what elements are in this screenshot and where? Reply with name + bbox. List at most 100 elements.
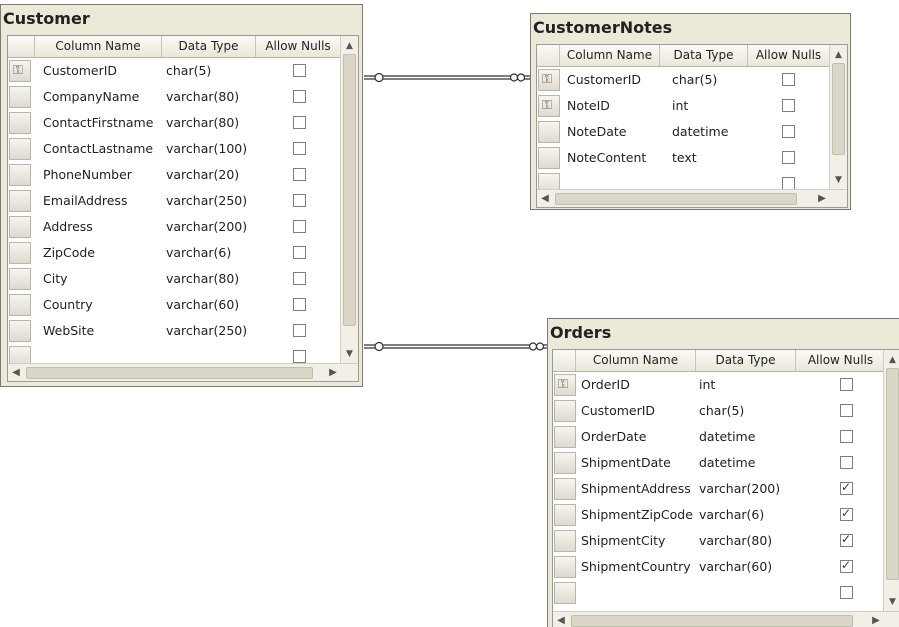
h-scroll-thumb[interactable] (555, 193, 797, 205)
scroll-thumb[interactable] (832, 63, 845, 155)
allow-nulls-checkbox[interactable] (293, 142, 306, 155)
header-column-name[interactable]: Column Name (35, 36, 162, 57)
column-name-cell[interactable]: ShipmentCountry (581, 554, 691, 580)
row-selector[interactable] (554, 504, 576, 526)
row-selector[interactable] (9, 320, 31, 342)
scroll-down-icon[interactable]: ▼ (341, 346, 358, 362)
data-type-cell[interactable]: int (672, 93, 688, 119)
table-row[interactable]: City varchar(80) (8, 266, 358, 292)
h-scroll-thumb[interactable] (26, 367, 313, 379)
vertical-scrollbar[interactable]: ▲ ▼ (340, 36, 358, 364)
data-type-cell[interactable]: char(5) (699, 398, 744, 424)
table-row[interactable]: WebSite varchar(250) (8, 318, 358, 344)
vertical-scrollbar[interactable]: ▲ ▼ (829, 45, 847, 190)
row-selector[interactable] (9, 86, 31, 108)
table-row[interactable]: ZipCode varchar(6) (8, 240, 358, 266)
table-row[interactable]: CompanyName varchar(80) (8, 84, 358, 110)
column-name-cell[interactable]: ZipCode (43, 240, 95, 266)
header-allow-nulls[interactable]: Allow Nulls (256, 36, 341, 57)
row-selector[interactable] (554, 582, 576, 604)
relationship-customer-orders[interactable] (364, 341, 547, 352)
header-allow-nulls[interactable]: Allow Nulls (748, 45, 830, 66)
h-scroll-thumb[interactable] (571, 615, 853, 627)
column-name-cell[interactable]: ShipmentDate (581, 450, 671, 476)
data-type-cell[interactable]: varchar(60) (699, 554, 772, 580)
data-type-cell[interactable]: datetime (672, 119, 728, 145)
allow-nulls-checkbox[interactable] (840, 586, 853, 599)
relationship-customer-customernotes[interactable] (364, 72, 530, 83)
column-name-cell[interactable]: Address (43, 214, 93, 240)
data-type-cell[interactable]: varchar(60) (166, 292, 239, 318)
horizontal-scrollbar[interactable]: ◀ ▶ (553, 611, 899, 627)
table-row[interactable]: ⚿ CustomerID char(5) (537, 67, 847, 93)
scroll-up-icon[interactable]: ▲ (341, 38, 358, 54)
data-type-cell[interactable]: varchar(100) (166, 136, 247, 162)
scroll-left-icon[interactable]: ◀ (537, 190, 553, 207)
header-column-name[interactable]: Column Name (560, 45, 660, 66)
table-row[interactable]: OrderDate datetime (553, 424, 899, 450)
row-selector[interactable] (9, 216, 31, 238)
column-name-cell[interactable]: NoteDate (567, 119, 626, 145)
row-selector[interactable]: ⚿ (554, 374, 576, 396)
allow-nulls-checkbox[interactable] (293, 324, 306, 337)
data-type-cell[interactable]: varchar(6) (166, 240, 231, 266)
data-type-cell[interactable]: varchar(200) (166, 214, 247, 240)
allow-nulls-checkbox[interactable] (293, 246, 306, 259)
allow-nulls-checkbox[interactable] (782, 151, 795, 164)
column-name-cell[interactable]: EmailAddress (43, 188, 127, 214)
scroll-right-icon[interactable]: ▶ (814, 190, 830, 207)
scroll-thumb[interactable] (886, 368, 899, 580)
table-row[interactable]: ShipmentCountry varchar(60) (553, 554, 899, 580)
column-name-cell[interactable]: OrderID (581, 372, 630, 398)
data-type-cell[interactable]: varchar(250) (166, 318, 247, 344)
header-data-type[interactable]: Data Type (162, 36, 256, 57)
column-name-cell[interactable]: CompanyName (43, 84, 139, 110)
allow-nulls-checkbox[interactable] (293, 298, 306, 311)
row-selector[interactable] (554, 530, 576, 552)
header-allow-nulls[interactable]: Allow Nulls (796, 350, 886, 371)
column-name-cell[interactable]: ShipmentZipCode (581, 502, 693, 528)
column-name-cell[interactable]: CustomerID (43, 58, 117, 84)
data-type-cell[interactable]: varchar(200) (699, 476, 780, 502)
column-name-cell[interactable]: NoteContent (567, 145, 646, 171)
data-type-cell[interactable]: datetime (699, 450, 755, 476)
data-type-cell[interactable]: char(5) (672, 67, 717, 93)
table-row[interactable]: ContactFirstname varchar(80) (8, 110, 358, 136)
data-type-cell[interactable]: text (672, 145, 697, 171)
allow-nulls-checkbox[interactable] (840, 404, 853, 417)
scroll-down-icon[interactable]: ▼ (830, 172, 847, 188)
column-name-cell[interactable]: City (43, 266, 68, 292)
table-row[interactable]: NoteContent text (537, 145, 847, 171)
row-selector[interactable]: ⚿ (538, 95, 560, 117)
allow-nulls-checkbox[interactable] (840, 430, 853, 443)
column-name-cell[interactable]: ShipmentCity (581, 528, 665, 554)
scroll-right-icon[interactable]: ▶ (325, 364, 341, 381)
row-selector[interactable] (554, 400, 576, 422)
row-selector[interactable] (9, 112, 31, 134)
column-name-cell[interactable]: Country (43, 292, 93, 318)
table-orders[interactable]: Orders Column Name Data Type Allow Nulls… (547, 318, 899, 627)
allow-nulls-checkbox[interactable] (293, 90, 306, 103)
data-type-cell[interactable]: varchar(250) (166, 188, 247, 214)
table-row[interactable]: Address varchar(200) (8, 214, 358, 240)
data-type-cell[interactable]: varchar(80) (166, 266, 239, 292)
allow-nulls-checkbox[interactable] (840, 558, 853, 573)
data-type-cell[interactable]: char(5) (166, 58, 211, 84)
new-row[interactable] (553, 580, 899, 606)
row-selector[interactable] (554, 478, 576, 500)
data-type-cell[interactable]: varchar(80) (699, 528, 772, 554)
allow-nulls-checkbox[interactable] (293, 220, 306, 233)
column-name-cell[interactable]: ContactLastname (43, 136, 153, 162)
header-column-name[interactable]: Column Name (576, 350, 696, 371)
allow-nulls-checkbox[interactable] (293, 64, 306, 77)
allow-nulls-checkbox[interactable] (782, 99, 795, 112)
horizontal-scrollbar[interactable]: ◀ ▶ (537, 189, 847, 207)
allow-nulls-checkbox[interactable] (782, 125, 795, 138)
row-selector[interactable] (538, 147, 560, 169)
scroll-down-icon[interactable]: ▼ (884, 594, 899, 610)
allow-nulls-checkbox[interactable] (840, 480, 853, 495)
allow-nulls-checkbox[interactable] (293, 116, 306, 129)
table-row[interactable]: PhoneNumber varchar(20) (8, 162, 358, 188)
scroll-left-icon[interactable]: ◀ (553, 612, 569, 627)
row-selector[interactable]: ⚿ (538, 69, 560, 91)
